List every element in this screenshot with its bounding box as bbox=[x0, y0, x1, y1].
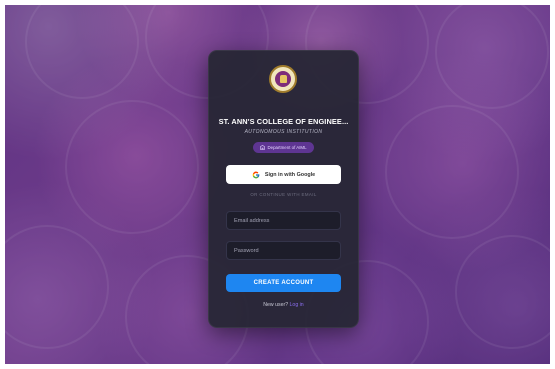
department-label: Department of AIML bbox=[267, 145, 307, 150]
password-field[interactable] bbox=[226, 241, 341, 260]
divider-text: OR CONTINUE WITH EMAIL bbox=[250, 192, 317, 197]
signup-card: ST. ANN'S COLLEGE OF ENGINEE... AUTONOMO… bbox=[208, 50, 359, 328]
department-badge: Department of AIML bbox=[253, 142, 314, 153]
google-g-icon bbox=[252, 171, 260, 178]
google-signin-label: Sign in with Google bbox=[264, 171, 316, 178]
email-field[interactable] bbox=[226, 211, 341, 230]
create-account-button[interactable]: CREATE ACCOUNT bbox=[226, 274, 341, 292]
building-icon bbox=[260, 145, 266, 150]
google-signin-button[interactable]: Sign in with Google bbox=[226, 165, 341, 184]
login-prompt-text: New user? bbox=[263, 302, 289, 308]
login-link[interactable]: Log in bbox=[290, 302, 304, 308]
college-subtitle: AUTONOMOUS INSTITUTION bbox=[244, 129, 323, 135]
college-name: ST. ANN'S COLLEGE OF ENGINEE... bbox=[218, 117, 349, 126]
college-seal-icon bbox=[269, 65, 297, 93]
login-prompt: New user? Log in bbox=[209, 302, 358, 308]
